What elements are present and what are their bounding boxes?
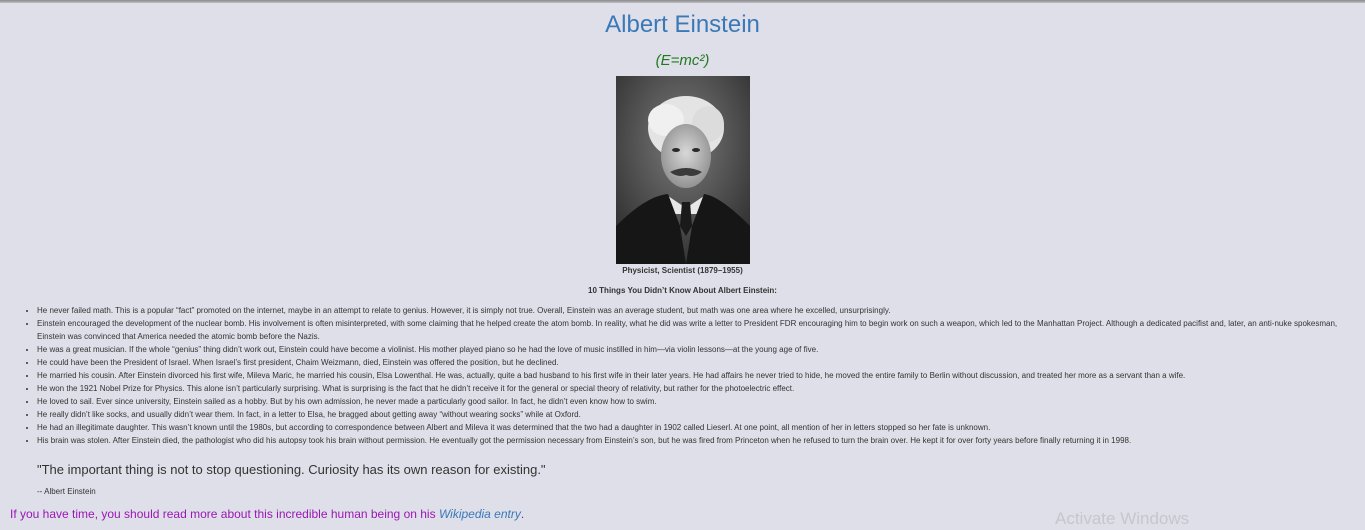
list-item: Einstein encouraged the development of t… bbox=[37, 317, 1360, 343]
wikipedia-link[interactable]: Wikipedia entry bbox=[439, 507, 521, 521]
quote-author: -- Albert Einstein bbox=[37, 487, 96, 496]
activate-windows-watermark: Activate Windows bbox=[1055, 509, 1190, 528]
tribute-page: Albert Einstein (E=mc²) Physicist, Scien… bbox=[0, 0, 1365, 530]
list-item: He married his cousin. After Einstein di… bbox=[37, 369, 1360, 382]
list-item: He had an illegitimate daughter. This wa… bbox=[37, 421, 1360, 434]
einstein-portrait-image bbox=[616, 76, 750, 264]
list-item: He really didn’t like socks, and usually… bbox=[37, 408, 1360, 421]
read-more-text: If you have time, you should read more a… bbox=[10, 507, 524, 521]
quote-text: "The important thing is not to stop ques… bbox=[37, 462, 546, 477]
facts-list: He never failed math. This is a popular … bbox=[20, 304, 1360, 447]
list-item: His brain was stolen. After Einstein die… bbox=[37, 434, 1360, 447]
photo-caption: Physicist, Scientist (1879–1955) bbox=[622, 266, 743, 275]
list-item: He could have been the President of Isra… bbox=[37, 356, 1360, 369]
facts-heading: 10 Things You Didn’t Know About Albert E… bbox=[588, 286, 777, 295]
formula-subtitle: (E=mc²) bbox=[655, 52, 710, 69]
read-more-label: If you have time, you should read more a… bbox=[10, 507, 439, 521]
list-item: He never failed math. This is a popular … bbox=[37, 304, 1360, 317]
list-item: He won the 1921 Nobel Prize for Physics.… bbox=[37, 382, 1360, 395]
read-more-period: . bbox=[520, 507, 525, 521]
list-item: He was a great musician. If the whole “g… bbox=[37, 343, 1360, 356]
list-item: He loved to sail. Ever since university,… bbox=[37, 395, 1360, 408]
page-title: Albert Einstein bbox=[605, 11, 760, 38]
